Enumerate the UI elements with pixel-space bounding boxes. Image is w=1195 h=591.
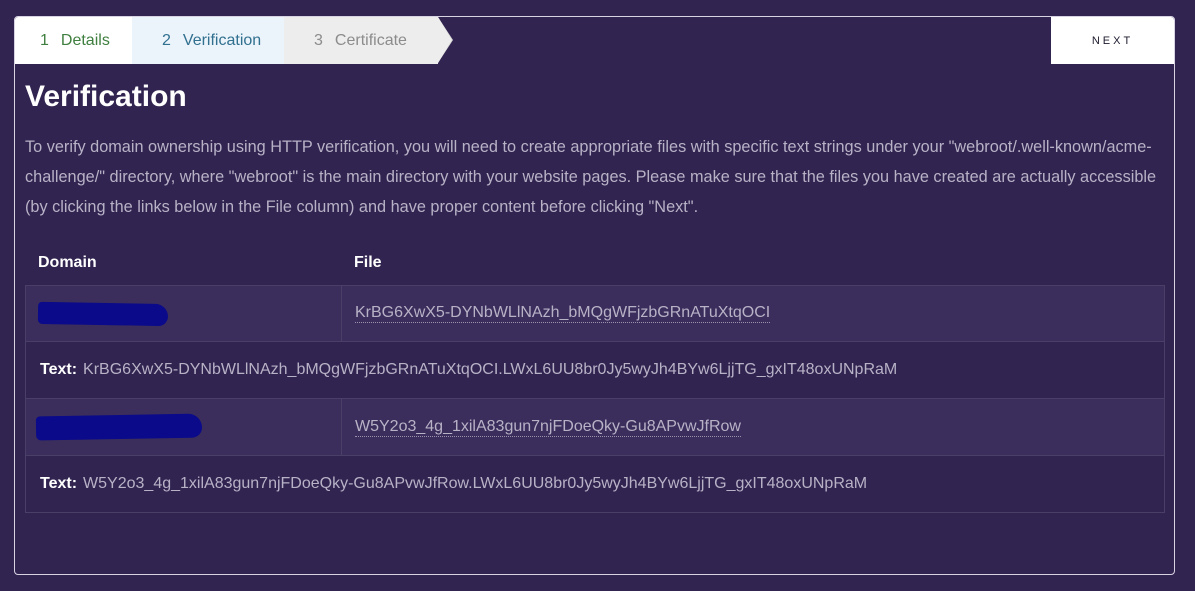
text-cell: Text: W5Y2o3_4g_1xilA83gun7njFDoeQky-Gu8… — [26, 456, 867, 512]
page-title: Verification — [25, 80, 187, 113]
file-link[interactable]: KrBG6XwX5-DYNbWLlNAzh_bMQgWFjzbGRnATuXtq… — [355, 304, 771, 323]
redacted-domain — [37, 301, 169, 327]
table-row: KrBG6XwX5-DYNbWLlNAzh_bMQgWFjzbGRnATuXtq… — [25, 285, 1165, 342]
table-row: Text: W5Y2o3_4g_1xilA83gun7njFDoeQky-Gu8… — [25, 456, 1165, 513]
step-certificate[interactable]: 3 Certificate — [284, 17, 453, 64]
redacted-domain — [35, 413, 203, 441]
domain-cell — [26, 399, 342, 455]
table-row: Text: KrBG6XwX5-DYNbWLlNAzh_bMQgWFjzbGRn… — [25, 342, 1165, 399]
text-value: W5Y2o3_4g_1xilA83gun7njFDoeQky-Gu8APvwJf… — [83, 475, 868, 492]
header-file: File — [354, 254, 382, 271]
step-arrow — [438, 17, 452, 63]
wizard-steps: 1 Details 2 Verification 3 Certificate — [15, 17, 453, 64]
header-domain: Domain — [38, 254, 97, 271]
text-label: Text: — [40, 475, 78, 492]
domain-cell — [26, 286, 342, 341]
wizard-stepbar: 1 Details 2 Verification 3 Certificate N… — [15, 17, 1174, 64]
verification-table: Domain File KrBG6XwX5-DYNbWLlNAzh_bMQgWF… — [25, 241, 1165, 513]
step-label: Details — [60, 31, 110, 49]
next-button[interactable]: NEXT — [1051, 17, 1174, 64]
file-cell: W5Y2o3_4g_1xilA83gun7njFDoeQky-Gu8APvwJf… — [342, 399, 1164, 455]
step-number: 3 — [314, 31, 323, 49]
verification-panel: 1 Details 2 Verification 3 Certificate N… — [14, 16, 1175, 575]
text-cell: Text: KrBG6XwX5-DYNbWLlNAzh_bMQgWFjzbGRn… — [26, 342, 897, 398]
step-number: 2 — [162, 31, 171, 49]
table-header: Domain File — [25, 241, 1165, 285]
page-description: To verify domain ownership using HTTP ve… — [25, 138, 1157, 216]
text-label: Text: — [40, 361, 78, 378]
table-row: W5Y2o3_4g_1xilA83gun7njFDoeQky-Gu8APvwJf… — [25, 399, 1165, 456]
step-details[interactable]: 1 Details — [15, 17, 147, 64]
file-link[interactable]: W5Y2o3_4g_1xilA83gun7njFDoeQky-Gu8APvwJf… — [355, 418, 741, 437]
file-cell: KrBG6XwX5-DYNbWLlNAzh_bMQgWFjzbGRnATuXtq… — [342, 286, 1164, 341]
step-number: 1 — [40, 31, 49, 49]
main-content: Verification To verify domain ownership … — [25, 79, 1165, 222]
step-verification[interactable]: 2 Verification — [132, 17, 299, 64]
text-value: KrBG6XwX5-DYNbWLlNAzh_bMQgWFjzbGRnATuXtq… — [83, 361, 898, 378]
step-label: Certificate — [334, 31, 407, 49]
step-label: Verification — [182, 31, 262, 49]
